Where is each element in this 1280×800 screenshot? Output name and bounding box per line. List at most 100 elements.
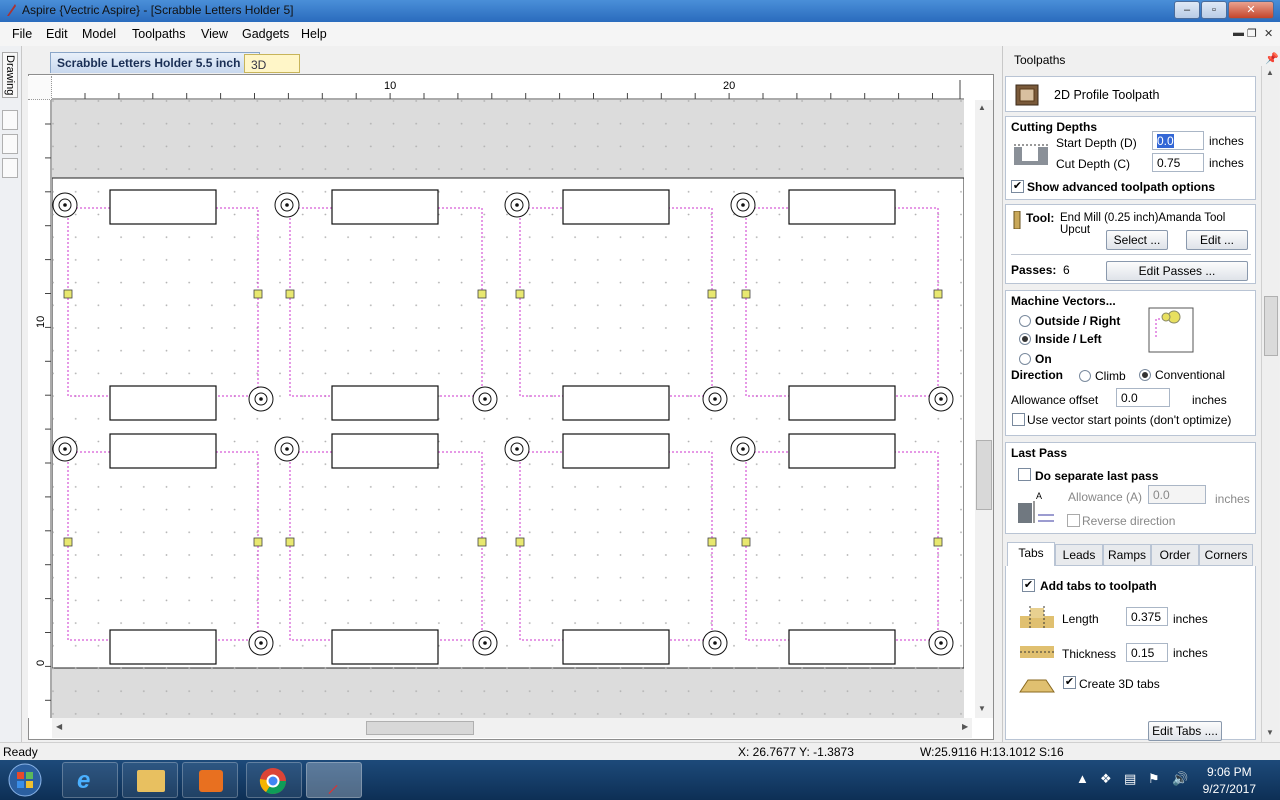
menu-model[interactable]: Model bbox=[82, 27, 116, 41]
cursor-coordinates: X: 26.7677 Y: -1.3873 bbox=[738, 745, 854, 759]
tab-marker bbox=[285, 537, 295, 547]
conventional-label: Conventional bbox=[1155, 368, 1226, 382]
reverse-direction-checkbox[interactable] bbox=[1067, 514, 1080, 527]
drawing-canvas[interactable] bbox=[52, 100, 964, 718]
last-pass-allowance-input[interactable]: 0.0 bbox=[1148, 485, 1206, 504]
3d-tab-icon bbox=[1019, 679, 1055, 693]
letter-slot-vector bbox=[331, 189, 439, 225]
menu-view[interactable]: View bbox=[201, 27, 228, 41]
pin-icon[interactable]: 📌 bbox=[1265, 52, 1279, 65]
advanced-options-label: Show advanced toolpath options bbox=[1027, 180, 1216, 194]
letter-slot-vector bbox=[331, 433, 439, 469]
start-button-icon[interactable] bbox=[6, 762, 44, 798]
ruler-corner[interactable] bbox=[28, 76, 52, 100]
start-point-dot bbox=[483, 641, 487, 645]
start-point-dot bbox=[63, 447, 67, 451]
on-radio[interactable] bbox=[1019, 353, 1031, 365]
reverse-direction-label: Reverse direction bbox=[1082, 514, 1176, 528]
tab-2d-view[interactable]: Scrabble Letters Holder 5.5 inch bbox=[50, 52, 260, 73]
dropbox-tray-icon[interactable]: ❖ bbox=[1100, 771, 1112, 787]
maximize-button[interactable]: ▫ bbox=[1201, 1, 1227, 19]
horizontal-ruler: 10 20 bbox=[52, 76, 964, 100]
tab-tabs[interactable]: Tabs bbox=[1007, 542, 1055, 567]
tab-leads[interactable]: Leads bbox=[1055, 544, 1103, 566]
panel-scrollbar[interactable]: ▲ ▼ bbox=[1261, 66, 1279, 742]
menu-gadgets[interactable]: Gadgets bbox=[242, 27, 289, 41]
cut-depth-label: Cut Depth (C) bbox=[1056, 157, 1131, 171]
conventional-radio[interactable] bbox=[1139, 369, 1151, 381]
letter-slot-vector bbox=[109, 385, 217, 421]
add-tabs-checkbox[interactable]: ✔ bbox=[1022, 579, 1035, 592]
edit-passes-button[interactable]: Edit Passes ... bbox=[1106, 261, 1248, 281]
strip-slot[interactable] bbox=[2, 134, 18, 154]
tab-thickness-input[interactable]: 0.15 bbox=[1126, 643, 1168, 662]
chrome-taskbar-icon[interactable] bbox=[246, 762, 302, 798]
menu-edit[interactable]: Edit bbox=[46, 27, 68, 41]
vector-start-label: Use vector start points (don't optimize) bbox=[1027, 413, 1232, 427]
document-tabs: Scrabble Letters Holder 5.5 inch 3D View bbox=[22, 52, 1002, 86]
tab-marker bbox=[515, 289, 525, 299]
flag-tray-icon[interactable]: ⚑ bbox=[1148, 771, 1160, 787]
climb-radio[interactable] bbox=[1079, 370, 1091, 382]
unit-label: inches bbox=[1173, 612, 1208, 626]
tab-corners[interactable]: Corners bbox=[1199, 544, 1253, 566]
title-bar[interactable]: Aspire {Vectric Aspire} - [Scrabble Lett… bbox=[0, 0, 1280, 22]
drawing-tab[interactable]: Drawing bbox=[2, 52, 18, 98]
outside-right-radio[interactable] bbox=[1019, 315, 1031, 327]
menu-file[interactable]: File bbox=[12, 27, 32, 41]
status-bar: Ready X: 26.7677 Y: -1.3873 W:25.9116 H:… bbox=[0, 742, 1280, 760]
letter-slot-vector bbox=[562, 189, 670, 225]
ie-taskbar-icon[interactable]: e bbox=[62, 762, 118, 798]
vertical-scrollbar[interactable]: ▲ ▼ bbox=[975, 100, 993, 718]
tab-ramps[interactable]: Ramps bbox=[1103, 544, 1151, 566]
letter-slot-vector bbox=[562, 629, 670, 665]
tab-length-input[interactable]: 0.375 bbox=[1126, 607, 1168, 626]
tab-marker bbox=[741, 289, 751, 299]
scroll-thumb[interactable] bbox=[366, 721, 474, 735]
network-tray-icon[interactable]: ▤ bbox=[1124, 771, 1136, 787]
tab-marker bbox=[285, 289, 295, 299]
tab-marker bbox=[253, 537, 263, 547]
unit-label: inches bbox=[1192, 393, 1227, 407]
letter-slot-vector bbox=[788, 385, 896, 421]
menu-help[interactable]: Help bbox=[301, 27, 327, 41]
mdi-restore-icon[interactable]: ❐ bbox=[1247, 27, 1257, 40]
depth-diagram-icon bbox=[1014, 144, 1048, 165]
tab-3d-view[interactable]: 3D View bbox=[244, 54, 300, 86]
letter-slot-vector bbox=[788, 189, 896, 225]
allowance-offset-input[interactable]: 0.0 bbox=[1116, 388, 1170, 407]
menu-toolpaths[interactable]: Toolpaths bbox=[132, 27, 186, 41]
aspire-taskbar-icon[interactable]: ⸝ bbox=[306, 762, 362, 798]
strip-slot[interactable] bbox=[2, 158, 18, 178]
separate-last-pass-checkbox[interactable] bbox=[1018, 468, 1031, 481]
panel-title: Toolpaths bbox=[1014, 53, 1066, 67]
close-button[interactable]: ✕ bbox=[1228, 1, 1274, 19]
media-player-taskbar-icon[interactable] bbox=[182, 762, 238, 798]
strip-slot[interactable] bbox=[2, 110, 18, 130]
vertical-ruler: 10 0 bbox=[28, 100, 52, 718]
tray-expand-icon[interactable]: ▲ bbox=[1076, 771, 1089, 786]
select-tool-button[interactable]: Select ... bbox=[1106, 230, 1168, 250]
create-3d-tabs-checkbox[interactable]: ✔ bbox=[1063, 676, 1076, 689]
tab-order[interactable]: Order bbox=[1151, 544, 1199, 566]
edit-tool-button[interactable]: Edit ... bbox=[1186, 230, 1248, 250]
letter-slot-vector bbox=[331, 629, 439, 665]
system-clock[interactable]: 9:06 PM 9/27/2017 bbox=[1203, 764, 1256, 798]
advanced-options-checkbox[interactable]: ✔ bbox=[1011, 180, 1024, 193]
mdi-close-icon[interactable]: ✕ bbox=[1264, 27, 1273, 40]
volume-tray-icon[interactable]: 🔊 bbox=[1172, 771, 1188, 787]
cut-depth-input[interactable]: 0.75 bbox=[1152, 153, 1204, 172]
scroll-thumb[interactable] bbox=[976, 440, 992, 510]
start-depth-input[interactable]: 0.0 bbox=[1152, 131, 1204, 150]
vector-start-checkbox[interactable] bbox=[1012, 413, 1025, 426]
tab-marker bbox=[933, 289, 943, 299]
passes-value: 6 bbox=[1063, 263, 1070, 277]
inside-left-radio[interactable] bbox=[1019, 333, 1031, 345]
horizontal-scrollbar[interactable]: ◀ ▶ bbox=[52, 718, 972, 738]
minimize-button[interactable]: – bbox=[1174, 1, 1200, 19]
mdi-minimize-icon[interactable]: ▬ bbox=[1233, 27, 1244, 39]
explorer-taskbar-icon[interactable] bbox=[122, 762, 178, 798]
edit-tabs-button[interactable]: Edit Tabs .... bbox=[1148, 721, 1222, 741]
unit-label: inches bbox=[1209, 134, 1244, 148]
tab-marker bbox=[253, 289, 263, 299]
